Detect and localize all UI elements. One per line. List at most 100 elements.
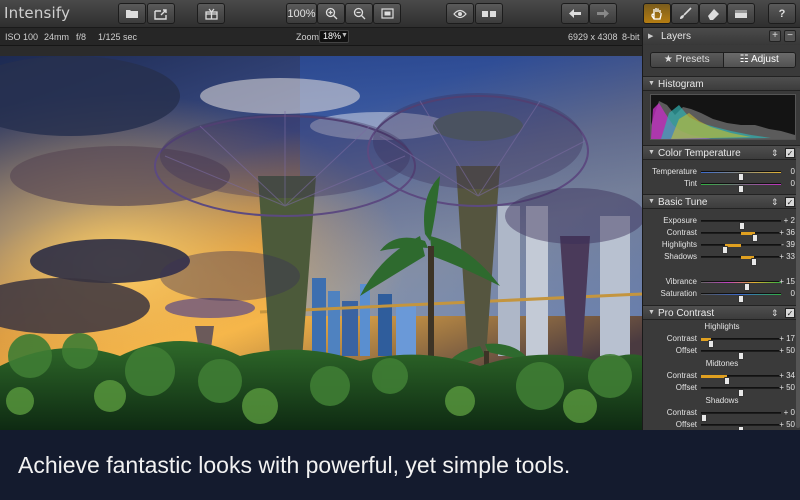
highlights-contrast-slider[interactable] (701, 338, 781, 348)
slider-row-midtones-contrast: Contrast + 34 (643, 370, 800, 385)
zoom-percent-button[interactable]: 100% (286, 3, 317, 24)
slider-row-shadows-contrast: Contrast + 0 (643, 407, 800, 422)
exposure-slider[interactable] (701, 220, 781, 230)
slider-row-vibrance: Vibrance + 15 (643, 276, 800, 291)
slider-label: Contrast (666, 371, 697, 380)
slider-label: Contrast (666, 334, 697, 343)
add-layer-button[interactable]: + (769, 30, 781, 42)
tab-presets-label: Presets (675, 54, 710, 65)
gift-icon (204, 8, 218, 20)
app-window: Intensify 100% ? ISO 100 24mm f/8 1/125 … (0, 0, 800, 500)
share-icon (154, 8, 168, 20)
slider-value: + 50 (779, 420, 795, 429)
slider-label: Offset (675, 383, 697, 392)
color-temperature-header[interactable]: ▼ Color Temperature ⇕ ✓ (643, 145, 800, 160)
slider-row-saturation: Saturation 0 (643, 288, 800, 303)
enable-checkbox[interactable]: ✓ (785, 197, 795, 207)
slider-label: Exposure (663, 216, 697, 225)
reset-icon[interactable]: ⇕ (771, 197, 781, 207)
open-button[interactable] (118, 3, 146, 24)
midtones-offset-slider[interactable] (701, 387, 781, 397)
eraser-button[interactable] (699, 3, 727, 24)
histogram-title: Histogram (658, 79, 704, 90)
vibrance-slider[interactable] (701, 281, 781, 291)
panel-scrollbar[interactable] (796, 148, 800, 428)
saturation-slider[interactable] (701, 293, 781, 303)
info-bar: ISO 100 24mm f/8 1/125 sec Zoom: 18% ▼ 6… (0, 28, 642, 46)
enable-checkbox[interactable]: ✓ (785, 308, 795, 318)
image-dimensions: 6929 x 4308 (568, 32, 618, 42)
zoom-label: Zoom: (296, 32, 322, 42)
basic-tune-title: Basic Tune (658, 197, 708, 208)
slider-row-tint: Tint 0 (643, 178, 800, 193)
shadows-offset-slider[interactable] (701, 424, 781, 430)
tab-adjust[interactable]: ☷ Adjust (722, 53, 795, 67)
zoom-out-button[interactable] (345, 3, 373, 24)
aperture-value: f/8 (76, 32, 87, 42)
slider-value: + 17 (779, 334, 795, 343)
collapse-triangle-icon[interactable]: ▶ (648, 32, 653, 40)
slider-label: Contrast (666, 228, 697, 237)
layers-title: Layers (661, 31, 692, 42)
layers-panel: ▶ Layers + − ★ Presets ☷ Adjust ▼ Histog… (642, 28, 800, 430)
slider-value: + 36 (779, 228, 795, 237)
slider-knob[interactable] (738, 295, 744, 303)
brush-button[interactable] (671, 3, 699, 24)
shadows-contrast-slider[interactable] (701, 412, 781, 422)
slider-row-exposure: Exposure + 2 (643, 215, 800, 230)
basic-tune-header[interactable]: ▼ Basic Tune ⇕ ✓ (643, 194, 800, 209)
pro-contrast-title: Pro Contrast (658, 308, 715, 319)
slider-label: Saturation (660, 289, 697, 298)
share-button[interactable] (147, 3, 175, 24)
shadows-slider[interactable] (701, 256, 781, 266)
slider-value: 0 (790, 289, 795, 298)
contrast-slider[interactable] (701, 232, 781, 242)
image-canvas[interactable] (0, 56, 642, 430)
enable-checkbox[interactable]: ✓ (785, 148, 795, 158)
redo-button[interactable] (589, 3, 617, 24)
slider-label: Shadows (664, 252, 697, 261)
hand-tool-button[interactable] (643, 3, 671, 24)
help-icon: ? (778, 7, 786, 20)
highlights-slider[interactable] (701, 244, 781, 254)
remove-layer-button[interactable]: − (784, 30, 796, 42)
undo-button[interactable] (561, 3, 589, 24)
star-icon: ★ (663, 54, 673, 65)
slider-value: + 34 (779, 371, 795, 380)
zoom-out-icon (353, 7, 366, 20)
midtones-contrast-slider[interactable] (701, 375, 781, 385)
gift-button[interactable] (197, 3, 225, 24)
app-title: Intensify (4, 4, 71, 22)
slider-knob[interactable] (738, 185, 744, 193)
histogram-header[interactable]: ▼ Histogram (643, 76, 800, 91)
sliders-icon: ☷ (739, 54, 749, 65)
slider-row-midtones-offset: Offset + 50 (643, 382, 800, 397)
reset-icon[interactable]: ⇕ (771, 308, 781, 318)
eraser-icon (707, 8, 720, 20)
pro-contrast-header[interactable]: ▼ Pro Contrast ⇕ ✓ (643, 305, 800, 320)
slider-label: Offset (675, 420, 697, 429)
fit-button[interactable] (373, 3, 401, 24)
zoom-in-icon (325, 7, 338, 20)
panel-tab-switcher: ★ Presets ☷ Adjust (650, 52, 796, 68)
expand-triangle-icon: ▼ (648, 149, 655, 156)
compare-button[interactable] (475, 3, 503, 24)
slider-label: Temperature (652, 167, 697, 176)
tab-presets[interactable]: ★ Presets (651, 53, 723, 67)
photo-image (0, 56, 642, 430)
gradient-button[interactable] (727, 3, 755, 24)
highlights-offset-slider[interactable] (701, 350, 781, 360)
group-title-highlights: Highlights (704, 322, 740, 331)
help-button[interactable]: ? (768, 3, 796, 24)
tint-slider[interactable] (701, 183, 781, 193)
gradient-icon (734, 9, 748, 19)
preview-button[interactable] (446, 3, 474, 24)
reset-icon[interactable]: ⇕ (771, 148, 781, 158)
zoom-in-button[interactable] (317, 3, 345, 24)
temperature-slider[interactable] (701, 171, 781, 181)
promo-caption-banner: Achieve fantastic looks with powerful, y… (0, 430, 800, 500)
toolbar: Intensify 100% ? (0, 0, 800, 28)
slider-knob[interactable] (751, 258, 757, 266)
layers-header: ▶ Layers + − (643, 28, 800, 45)
expand-triangle-icon: ▼ (648, 80, 655, 87)
